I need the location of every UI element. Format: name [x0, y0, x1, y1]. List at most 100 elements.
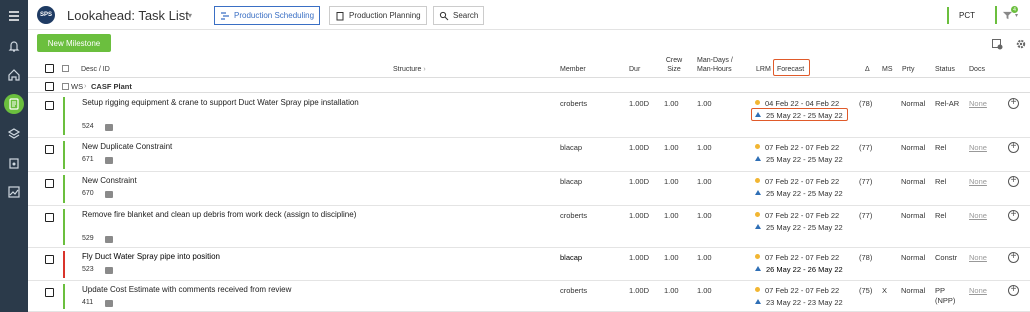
crew-size: 1.00 — [664, 177, 679, 186]
lrm-dates: 07 Feb 22 - 07 Feb 22 — [755, 253, 839, 262]
comment-icon[interactable] — [105, 157, 113, 164]
col-crew-label-2: Size — [667, 66, 681, 73]
delta-value: (78) — [859, 99, 873, 108]
group-name: CASF Plant — [91, 82, 132, 91]
task-list-icon[interactable] — [4, 94, 24, 114]
col-status[interactable]: Status — [935, 65, 955, 74]
filter-count-badge: 4 — [1011, 6, 1018, 13]
task-description[interactable]: New Constraint — [82, 175, 372, 186]
collapse-all-toggle[interactable] — [62, 65, 69, 72]
add-icon[interactable]: + — [1008, 98, 1019, 109]
comment-icon[interactable] — [105, 267, 113, 274]
row-checkbox[interactable] — [45, 288, 54, 297]
home-icon[interactable] — [4, 65, 24, 85]
col-structure[interactable]: Structure › — [393, 65, 426, 74]
task-id: 671 — [82, 156, 94, 163]
col-desc[interactable]: Desc / ID — [81, 65, 110, 74]
top-bar: SPS Lookahead: Task List ▾ Production Sc… — [28, 0, 1030, 30]
table-row[interactable]: New Constraint 670 blacap 1.00D 1.00 1.0… — [28, 172, 1030, 206]
add-icon[interactable]: + — [1008, 252, 1019, 263]
forecast-date-range: 25 May 22 - 25 May 22 — [766, 155, 843, 164]
crew-size: 1.00 — [664, 99, 679, 108]
member: croberts — [560, 286, 588, 295]
comment-icon[interactable] — [105, 236, 113, 243]
comment-icon[interactable] — [105, 300, 113, 307]
add-icon[interactable]: + — [1008, 285, 1019, 296]
add-icon[interactable]: + — [1008, 176, 1019, 187]
group-checkbox[interactable] — [45, 82, 54, 91]
column-settings-icon[interactable] — [991, 38, 1003, 50]
crew-size: 1.00 — [664, 286, 679, 295]
status-value: PP — [935, 286, 946, 295]
docs-link[interactable]: None — [969, 211, 987, 220]
tab-production-scheduling[interactable]: Production Scheduling — [214, 6, 321, 25]
menu-icon[interactable] — [4, 6, 24, 26]
row-status-bar — [63, 141, 65, 169]
col-mandays[interactable]: Man-Days / Man-Hours — [697, 56, 733, 74]
col-docs[interactable]: Docs — [969, 65, 985, 74]
table-row[interactable]: Fly Duct Water Spray pipe into position … — [28, 248, 1030, 281]
priority: Normal — [901, 99, 926, 108]
table-row[interactable]: Setup rigging equipment & crane to suppo… — [28, 94, 1030, 138]
member: blacap — [560, 177, 583, 186]
lrm-date-range: 07 Feb 22 - 07 Feb 22 — [765, 253, 840, 262]
man-days: 1.00 — [697, 143, 712, 152]
add-icon[interactable]: + — [1008, 142, 1019, 153]
table-row[interactable]: Remove fire blanket and clean up debris … — [28, 206, 1030, 248]
title-dropdown-icon[interactable]: ▾ — [188, 11, 192, 20]
chart-icon[interactable] — [4, 182, 24, 202]
docs-link[interactable]: None — [969, 143, 987, 152]
gear-icon[interactable] — [1015, 38, 1027, 50]
row-checkbox[interactable] — [45, 213, 54, 222]
filter-button[interactable]: 4 ▾ — [995, 6, 1023, 24]
pct-button[interactable]: PCT — [947, 7, 985, 24]
duration: 1.00D — [629, 211, 650, 220]
add-icon[interactable]: + — [1008, 210, 1019, 221]
row-checkbox[interactable] — [45, 179, 54, 188]
task-description[interactable]: Setup rigging equipment & crane to suppo… — [82, 97, 372, 108]
row-checkbox[interactable] — [45, 101, 54, 110]
status-value: Rel-AR — [935, 99, 960, 108]
tab-production-planning[interactable]: Production Planning — [329, 6, 427, 25]
ws-label: WS — [71, 82, 84, 91]
task-description[interactable]: New Duplicate Constraint — [82, 141, 372, 152]
col-mandays-label-2: Man-Hours — [697, 66, 732, 73]
status: Rel-AR — [935, 99, 959, 109]
bell-icon[interactable] — [4, 36, 24, 56]
duration: 1.00D — [629, 143, 650, 152]
clipboard-icon[interactable] — [4, 153, 24, 173]
search-icon — [439, 11, 449, 20]
group-collapse-toggle[interactable] — [62, 83, 69, 90]
row-checkbox[interactable] — [45, 255, 54, 264]
man-days: 1.00 — [697, 286, 712, 295]
layers-icon[interactable] — [4, 124, 24, 144]
docs-link[interactable]: None — [969, 253, 987, 262]
comment-icon[interactable] — [105, 124, 113, 131]
tab-label: Production Planning — [349, 11, 421, 20]
member: croberts — [560, 99, 588, 108]
forecast-dates: 23 May 22 - 23 May 22 — [755, 298, 843, 307]
table-row[interactable]: Update Cost Estimate with comments recei… — [28, 281, 1030, 312]
col-prty[interactable]: Prty — [902, 65, 914, 74]
col-crew-size[interactable]: Crew Size — [664, 56, 684, 74]
docs-link[interactable]: None — [969, 177, 987, 186]
tab-search[interactable]: Search — [433, 6, 485, 25]
forecast-highlight-box — [751, 108, 848, 121]
docs-link[interactable]: None — [969, 286, 987, 295]
new-milestone-button[interactable]: New Milestone — [37, 34, 111, 52]
task-description[interactable]: Fly Duct Water Spray pipe into position — [82, 251, 372, 262]
row-checkbox[interactable] — [45, 145, 54, 154]
col-member[interactable]: Member — [560, 65, 586, 74]
select-all-checkbox[interactable] — [45, 64, 54, 73]
col-dur[interactable]: Dur — [629, 65, 640, 74]
col-delta[interactable]: Δ — [865, 65, 870, 74]
task-description[interactable]: Update Cost Estimate with comments recei… — [82, 284, 372, 295]
task-description[interactable]: Remove fire blanket and clean up debris … — [82, 209, 372, 220]
schedule-icon — [221, 11, 229, 20]
docs-link[interactable]: None — [969, 99, 987, 108]
table-row[interactable]: New Duplicate Constraint 671 blacap 1.00… — [28, 138, 1030, 172]
col-ms[interactable]: MS — [882, 65, 893, 74]
comment-icon[interactable] — [105, 191, 113, 198]
left-sidebar — [0, 0, 28, 312]
duration: 1.00D — [629, 286, 650, 295]
